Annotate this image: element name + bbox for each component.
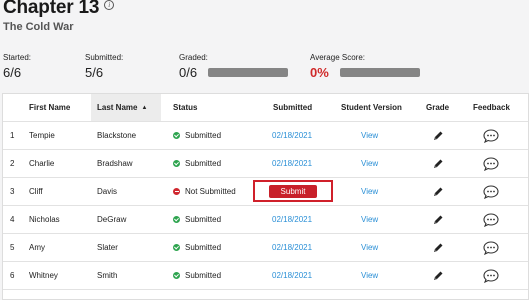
status-cell: Submitted — [173, 206, 221, 233]
feedback-chat-icon[interactable] — [483, 122, 499, 149]
view-link[interactable]: View — [361, 206, 378, 233]
first-name-cell: Cliff — [29, 187, 43, 196]
last-name-cell: Blackstone — [97, 131, 137, 140]
submitted-check-icon — [173, 272, 180, 279]
status-label: Submitted — [185, 243, 222, 252]
status-cell: Submitted — [173, 150, 221, 177]
row-number: 3 — [10, 187, 15, 196]
row-number: 4 — [10, 215, 15, 224]
submitted-check-icon — [173, 216, 180, 223]
table-row: 2 Charlie Bradshaw Submitted 02/18/2021 … — [3, 150, 528, 178]
submitted-check-icon — [173, 244, 180, 251]
average-stat: Average Score: 0% — [310, 53, 420, 80]
row-number: 6 — [10, 271, 15, 280]
average-label: Average Score: — [310, 53, 365, 62]
view-link[interactable]: View — [361, 178, 378, 205]
page-title: Chapter 13 — [3, 0, 100, 18]
table-row: 4 Nicholas DeGraw Submitted 02/18/2021 V… — [3, 206, 528, 234]
grade-pencil-icon[interactable] — [432, 206, 444, 233]
col-feedback[interactable]: Feedback — [473, 94, 510, 121]
graded-label: Graded: — [179, 53, 208, 62]
row-number: 5 — [10, 243, 15, 252]
view-link[interactable]: View — [361, 234, 378, 261]
submitted-stat: Submitted: 5/6 — [85, 53, 123, 80]
submitted-date-link[interactable]: 02/18/2021 — [272, 262, 312, 289]
started-stat: Started: 6/6 — [3, 53, 31, 80]
status-cell: Submitted — [173, 234, 221, 261]
col-grade[interactable]: Grade — [426, 94, 449, 121]
submitted-date-link[interactable]: 02/18/2021 — [272, 234, 312, 261]
average-value: 0% — [310, 65, 329, 80]
first-name-cell: Charlie — [29, 159, 55, 168]
last-name-cell: Davis — [97, 187, 118, 196]
started-value: 6/6 — [3, 65, 22, 80]
submitted-check-icon — [173, 160, 180, 167]
feedback-chat-icon[interactable] — [483, 262, 499, 289]
col-first-name[interactable]: First Name — [29, 94, 70, 121]
col-student-version[interactable]: Student Version — [341, 94, 402, 121]
submitted-label: Submitted: — [85, 53, 124, 62]
page-title-row: Chapter 13 i — [3, 0, 115, 19]
sort-asc-icon: ▲ — [141, 104, 148, 111]
started-label: Started: — [3, 53, 32, 62]
feedback-chat-icon[interactable] — [483, 150, 499, 177]
info-icon[interactable]: i — [104, 0, 115, 10]
first-name-cell: Whitney — [29, 271, 58, 280]
view-link[interactable]: View — [361, 262, 378, 289]
graded-value-row: 0/6 — [179, 65, 289, 80]
table-row: 5 Amy Slater Submitted 02/18/2021 View — [3, 234, 528, 262]
average-value-row: 0% — [310, 65, 420, 80]
feedback-chat-icon[interactable] — [483, 178, 499, 205]
table-row: 6 Whitney Smith Submitted 02/18/2021 Vie… — [3, 262, 528, 290]
status-label: Submitted — [185, 159, 222, 168]
submitted-date-link[interactable]: 02/18/2021 — [272, 150, 312, 177]
graded-stat: Graded: 0/6 — [179, 53, 289, 80]
status-label: Submitted — [185, 215, 222, 224]
view-link[interactable]: View — [361, 122, 378, 149]
page-subtitle: The Cold War — [3, 21, 74, 33]
grade-pencil-icon[interactable] — [432, 262, 444, 289]
not-submitted-icon — [173, 188, 180, 195]
last-name-cell: Slater — [97, 243, 118, 252]
feedback-chat-icon[interactable] — [483, 234, 499, 261]
status-label: Submitted — [185, 131, 222, 140]
graded-value: 0/6 — [179, 65, 198, 80]
submitted-value: 5/6 — [85, 65, 104, 80]
row-number: 1 — [10, 131, 15, 140]
submit-highlight-box: Submit — [253, 180, 333, 202]
submissions-table: First Name Last Name ▲ Status Submitted … — [2, 93, 529, 300]
col-last-name-label: Last Name — [97, 103, 138, 112]
last-name-cell: DeGraw — [97, 215, 127, 224]
status-cell: Submitted — [173, 262, 221, 289]
view-link[interactable]: View — [361, 150, 378, 177]
graded-progress-bar — [208, 68, 289, 77]
col-status[interactable]: Status — [173, 94, 197, 121]
col-last-name[interactable]: Last Name ▲ — [91, 94, 161, 121]
table-row: 1 Tempie Blackstone Submitted 02/18/2021… — [3, 122, 528, 150]
first-name-cell: Amy — [29, 243, 45, 252]
col-submitted[interactable]: Submitted — [273, 94, 312, 121]
submitted-date-link[interactable]: 02/18/2021 — [272, 122, 312, 149]
average-progress-bar — [339, 68, 420, 77]
status-cell: Submitted — [173, 122, 221, 149]
last-name-cell: Bradshaw — [97, 159, 133, 168]
row-number: 2 — [10, 159, 15, 168]
table-row: 3 Cliff Davis Not Submitted Submit View — [3, 178, 528, 206]
status-cell: Not Submitted — [173, 178, 236, 205]
last-name-cell: Smith — [97, 271, 118, 280]
grade-pencil-icon[interactable] — [432, 234, 444, 261]
table-header-row: First Name Last Name ▲ Status Submitted … — [3, 94, 528, 122]
grade-pencil-icon[interactable] — [432, 122, 444, 149]
feedback-chat-icon[interactable] — [483, 206, 499, 233]
first-name-cell: Nicholas — [29, 215, 60, 224]
first-name-cell: Tempie — [29, 131, 55, 140]
grade-pencil-icon[interactable] — [432, 178, 444, 205]
grade-pencil-icon[interactable] — [432, 150, 444, 177]
submit-button[interactable]: Submit — [269, 184, 317, 198]
status-label: Not Submitted — [185, 187, 236, 196]
submitted-check-icon — [173, 132, 180, 139]
submitted-date-link[interactable]: 02/18/2021 — [272, 206, 312, 233]
status-label: Submitted — [185, 271, 222, 280]
